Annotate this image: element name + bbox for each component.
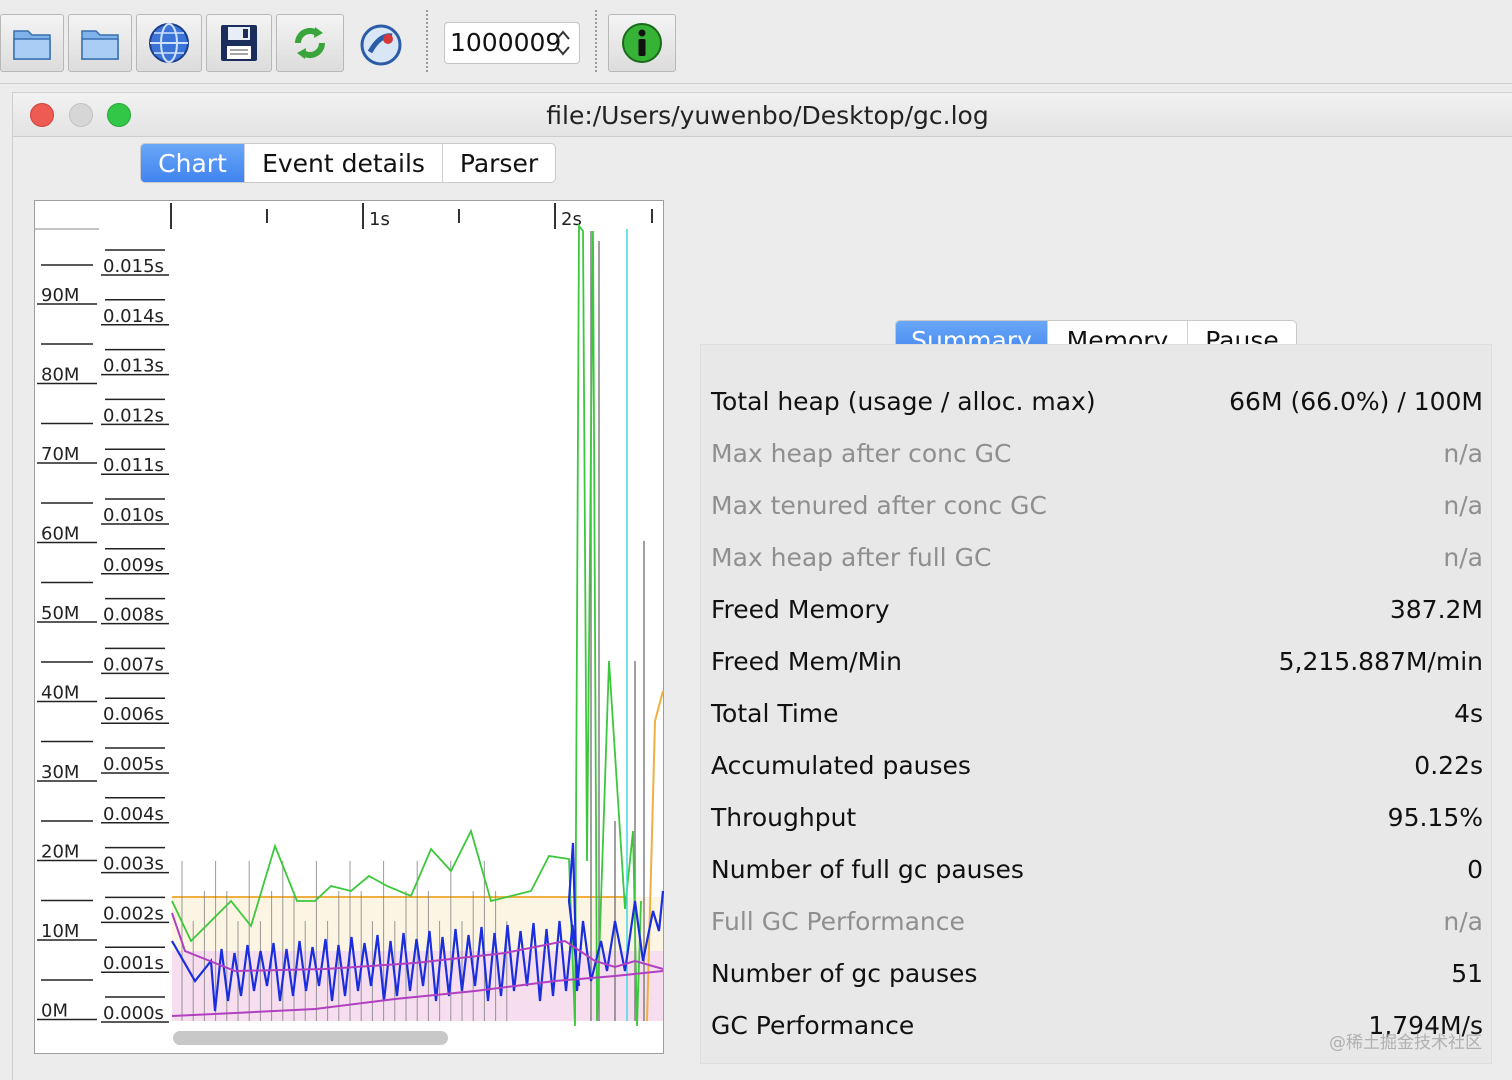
- pause-axis-label: 0.001s: [103, 953, 164, 974]
- watch-button[interactable]: [354, 18, 408, 72]
- summary-row-value: 387.2M: [1389, 595, 1483, 624]
- pause-axis-label: 0.004s: [103, 804, 164, 825]
- pause-axis-label: 0.013s: [103, 356, 164, 377]
- pause-axis-label: 0.002s: [103, 903, 164, 924]
- memory-axis-label: 40M: [41, 683, 79, 704]
- toolbar-separator: [426, 10, 428, 72]
- summary-row-label: Max heap after conc GC: [711, 439, 1012, 468]
- summary-row-label: Number of gc pauses: [711, 959, 978, 988]
- summary-row-value: 5,215.887M/min: [1278, 647, 1483, 676]
- summary-row-label: Max heap after full GC: [711, 543, 992, 572]
- summary-row: Freed Mem/Min 5,215.887M/min: [701, 643, 1493, 683]
- open-series-icon: [81, 30, 119, 60]
- summary-row-label: Full GC Performance: [711, 907, 965, 936]
- x-axis-tick-label: 1s: [369, 209, 390, 230]
- summary-row-label: GC Performance: [711, 1011, 915, 1040]
- info-icon: [622, 23, 662, 63]
- tab-parser[interactable]: Parser: [443, 144, 555, 182]
- summary-row-value: n/a: [1443, 439, 1483, 468]
- count-spinner[interactable]: 1000009: [444, 22, 580, 64]
- toolbar-separator: [595, 10, 597, 72]
- pause-axis-label: 0.015s: [103, 256, 164, 277]
- up-down-arrows-icon[interactable]: [553, 26, 573, 60]
- watch-icon: [360, 24, 402, 66]
- summary-row: Full GC Performance n/a: [701, 903, 1493, 943]
- summary-row-value: n/a: [1443, 543, 1483, 572]
- pause-axis-label: 0.014s: [103, 306, 164, 327]
- open-series-button[interactable]: [68, 14, 132, 72]
- summary-row: Max tenured after conc GC n/a: [701, 487, 1493, 527]
- pause-axis-label: 0.012s: [103, 405, 164, 426]
- gc-chart[interactable]: 1s 2s 90M 80M 70M 60M 50M 40M 30M 20M 10M 0M 0.015s 0…: [34, 200, 665, 1054]
- gc-chart-canvas: 1s 2s90M80M70M60M50M40M30M20M10M0M0.015s0…: [35, 203, 665, 1027]
- tab-event-details[interactable]: Event details: [245, 144, 443, 182]
- summary-row-label: Accumulated pauses: [711, 751, 971, 780]
- memory-axis-label: 10M: [41, 921, 79, 942]
- refresh-icon: [294, 27, 326, 59]
- toolbar: 1000009: [0, 0, 1512, 84]
- pause-axis-label: 0.000s: [103, 1003, 164, 1024]
- summary-row: Max heap after conc GC n/a: [701, 435, 1493, 475]
- count-spinner-value: 1000009: [450, 28, 562, 57]
- summary-row-value: n/a: [1443, 491, 1483, 520]
- summary-row-value: 66M (66.0%) / 100M: [1229, 387, 1483, 416]
- summary-row: Max heap after full GC n/a: [701, 539, 1493, 579]
- open-url-button[interactable]: [136, 14, 202, 72]
- info-button[interactable]: [608, 14, 676, 72]
- summary-row: Number of gc pauses 51: [701, 955, 1493, 995]
- summary-row-label: Total Time: [711, 699, 839, 728]
- watermark-text: @稀土掘金技术社区: [1329, 1033, 1482, 1053]
- pause-axis-label: 0.005s: [103, 754, 164, 775]
- summary-row-value: 95.15%: [1387, 803, 1483, 832]
- save-button[interactable]: [206, 14, 272, 72]
- summary-panel: Total heap (usage / alloc. max) 66M (66.0…: [700, 344, 1492, 1064]
- summary-row-label: Total heap (usage / alloc. max): [711, 387, 1096, 416]
- pause-axis-label: 0.009s: [103, 555, 164, 576]
- title-bar: file:/Users/yuwenbo/Desktop/gc.log: [13, 93, 1512, 137]
- chart-horizontal-scrollbar[interactable]: [173, 1031, 448, 1045]
- pause-axis-label: 0.007s: [103, 654, 164, 675]
- summary-row-value: n/a: [1443, 907, 1483, 936]
- refresh-button[interactable]: [276, 14, 344, 72]
- summary-row: Number of full gc pauses 0: [701, 851, 1493, 891]
- summary-row-label: Freed Mem/Min: [711, 647, 902, 676]
- summary-row: Total heap (usage / alloc. max) 66M (66.0…: [701, 383, 1493, 423]
- summary-row-label: Throughput: [711, 803, 857, 832]
- summary-row: Throughput 95.15%: [701, 799, 1493, 839]
- memory-axis-label: 80M: [41, 365, 79, 386]
- summary-row-value: 4s: [1454, 699, 1483, 728]
- left-tab-bar: Chart Event details Parser: [140, 143, 556, 183]
- window-title: file:/Users/yuwenbo/Desktop/gc.log: [546, 101, 989, 130]
- memory-axis-label: 30M: [41, 762, 79, 783]
- pause-axis-label: 0.008s: [103, 605, 164, 626]
- summary-row-label: Number of full gc pauses: [711, 855, 1024, 884]
- open-url-icon: [149, 23, 189, 63]
- pause-axis-label: 0.011s: [103, 455, 164, 476]
- summary-row-value: 0.22s: [1414, 751, 1483, 780]
- summary-row-label: Max tenured after conc GC: [711, 491, 1047, 520]
- tab-chart[interactable]: Chart: [141, 144, 245, 182]
- save-icon: [221, 25, 257, 61]
- pause-axis-label: 0.003s: [103, 854, 164, 875]
- pause-axis-label: 0.010s: [103, 505, 164, 526]
- summary-row: Accumulated pauses 0.22s: [701, 747, 1493, 787]
- memory-axis-label: 50M: [41, 603, 79, 624]
- summary-row: Freed Memory 387.2M: [701, 591, 1493, 631]
- memory-axis-label: 20M: [41, 842, 79, 863]
- memory-axis-label: 70M: [41, 444, 79, 465]
- memory-axis-label: 90M: [41, 285, 79, 306]
- pause-axis-label: 0.006s: [103, 704, 164, 725]
- memory-axis-label: 60M: [41, 524, 79, 545]
- open-file-icon: [13, 30, 51, 60]
- memory-axis-label: 0M: [41, 1001, 68, 1022]
- summary-row-label: Freed Memory: [711, 595, 890, 624]
- open-file-button[interactable]: [0, 14, 64, 72]
- summary-row: Total Time 4s: [701, 695, 1493, 735]
- summary-row-value: 51: [1451, 959, 1483, 988]
- summary-row-value: 0: [1467, 855, 1483, 884]
